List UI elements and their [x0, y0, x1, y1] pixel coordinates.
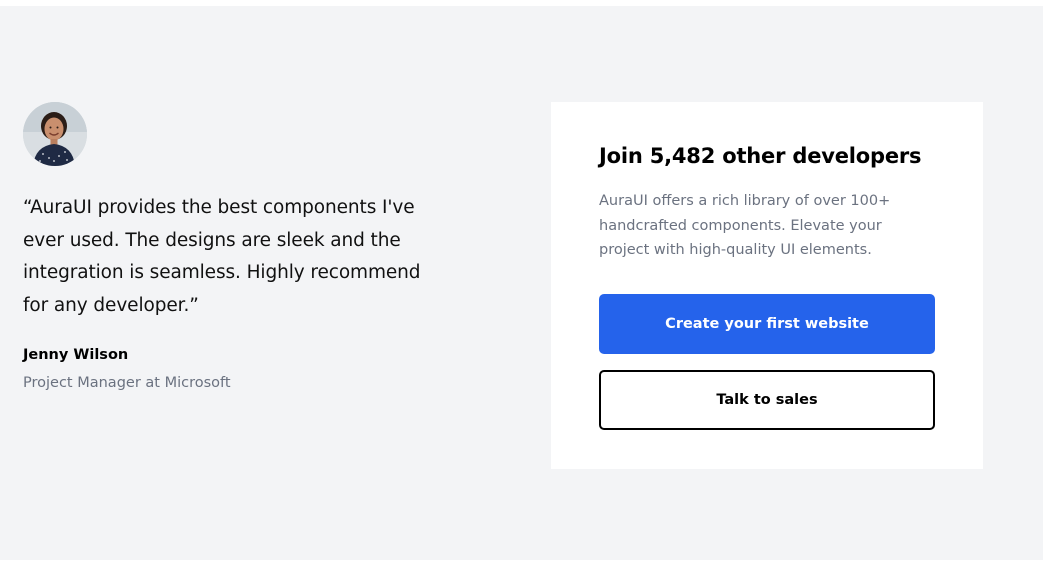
testimonial-quote: “AuraUI provides the best components I'v…: [23, 197, 421, 316]
cta-description: AuraUI offers a rich library of over 100…: [599, 193, 891, 258]
talk-to-sales-button[interactable]: Talk to sales: [599, 370, 935, 430]
person-avatar-icon: [23, 102, 87, 166]
cta-title: Join 5,482 other developers: [599, 144, 922, 168]
author-role: Project Manager at Microsoft: [23, 375, 231, 391]
testimonial-cta-section: “AuraUI provides the best components I'v…: [0, 6, 1043, 560]
author-name: Jenny Wilson: [23, 347, 129, 363]
cta-card: Join 5,482 other developers AuraUI offer…: [551, 102, 983, 469]
create-website-button[interactable]: Create your first website: [599, 294, 935, 354]
avatar: [23, 102, 87, 166]
